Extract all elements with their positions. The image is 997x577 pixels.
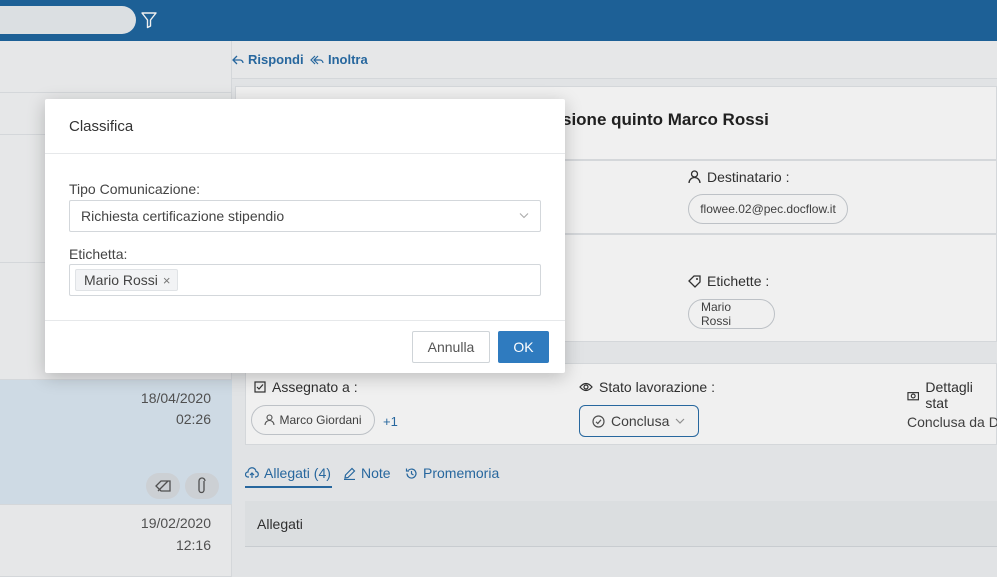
tag-input[interactable]: Mario Rossi × — [69, 264, 541, 296]
chevron-down-icon — [519, 213, 529, 219]
type-field-label: Tipo Comunicazione: — [69, 181, 200, 197]
tag-chip-label: Mario Rossi — [84, 272, 158, 288]
tag-field-label: Etichetta: — [69, 246, 128, 262]
dialog-footer-divider — [45, 320, 565, 321]
tag-chip: Mario Rossi × — [75, 269, 178, 291]
type-select-value: Richiesta certificazione stipendio — [81, 208, 285, 224]
dialog-title: Classifica — [69, 118, 134, 135]
cancel-button[interactable]: Annulla — [412, 331, 490, 363]
ok-button[interactable]: OK — [498, 331, 549, 363]
dialog-divider — [45, 153, 565, 154]
classify-dialog: Classifica Tipo Comunicazione: Richiesta… — [45, 99, 565, 373]
type-select[interactable]: Richiesta certificazione stipendio — [69, 200, 541, 232]
close-icon[interactable]: × — [163, 274, 171, 287]
